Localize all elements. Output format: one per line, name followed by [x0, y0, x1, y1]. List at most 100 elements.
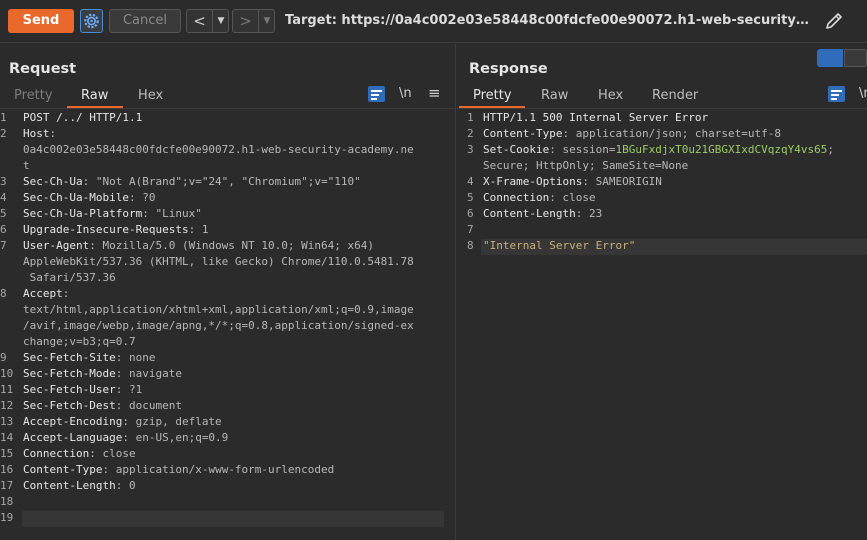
header-value: text/html,application/xhtml+xml,applicat… [23, 303, 414, 316]
back-nav-group: < ▼ [186, 9, 229, 33]
edit-target-button[interactable] [823, 10, 845, 32]
request-editor[interactable]: 1 POST /../ HTTP/1.1 2 Host: 0a4c002e03e5844… [0, 110, 452, 526]
request-panel: Request Pretty Raw Hex \n ≡ 1 POST /../ H… [0, 44, 456, 540]
line-number: 15 [0, 447, 14, 460]
header-name: Accept-Encoding [23, 415, 123, 428]
header-name: Upgrade-Insecure-Requests [23, 223, 189, 236]
line-number: 1 [0, 111, 7, 124]
line-number: 12 [0, 399, 14, 412]
header-value: : 1 [188, 223, 209, 236]
code-line: change;v=b3;q=0.7 [0, 334, 452, 350]
tab-raw[interactable]: Raw [541, 88, 568, 108]
forward-button[interactable]: > [233, 10, 259, 32]
line-number: 7 [0, 239, 7, 252]
line-content: Sec-Ch-Ua-Platform: "Linux" [23, 206, 202, 222]
line-content: Accept: [23, 286, 69, 302]
line-number: 19 [0, 511, 14, 524]
header-value: : 0 [115, 479, 136, 492]
header-name: Sec-Fetch-User [23, 383, 116, 396]
header-value: : navigate [115, 367, 182, 380]
header-value: : "Not A(Brand";v="24", "Chromium";v="11… [82, 175, 361, 188]
line-content: X-Frame-Options: SAMEORIGIN [483, 174, 662, 190]
header-value: 0a4c002e03e58448c00fdcfe00e90072.h1-web-… [23, 143, 414, 156]
response-editor[interactable]: 1 HTTP/1.1 500 Internal Server Error 2 Cont… [457, 110, 867, 254]
menu-icon[interactable]: ≡ [428, 84, 441, 102]
forward-nav-group: > ▼ [232, 9, 275, 33]
header-name: X-Frame-Options [483, 175, 583, 188]
tab-divider [0, 108, 456, 109]
header-value: Secure; HttpOnly; SameSite=None [483, 159, 689, 172]
header-value: : document [115, 399, 182, 412]
line-content: Set-Cookie: session=1BGuFxdjxT0u21GBGXIx… [483, 142, 834, 158]
line-content: Secure; HttpOnly; SameSite=None [483, 158, 688, 174]
header-name: Sec-Ch-Ua-Platform [23, 207, 143, 220]
line-number: 13 [0, 415, 14, 428]
header-value: Safari/537.36 [23, 271, 116, 284]
code-line: 15 Connection: close [0, 446, 452, 462]
line-content: AppleWebKit/537.36 (KHTML, like Gecko) C… [23, 254, 414, 270]
header-value: : SAMEORIGIN [582, 175, 662, 188]
code-line: 8 Accept: [0, 286, 452, 302]
target-url: Target: https://0a4c002e03e58448c00fdcfe… [285, 13, 810, 28]
tab-pretty[interactable]: Pretty [473, 88, 512, 108]
tab-hex[interactable]: Hex [598, 88, 623, 108]
tab-hex[interactable]: Hex [138, 88, 163, 108]
layout-toggle-icon[interactable] [817, 49, 867, 67]
tab-divider [457, 108, 867, 109]
code-line: 8 "Internal Server Error" [457, 238, 867, 254]
tab-pretty[interactable]: Pretty [14, 88, 53, 108]
word-wrap-button[interactable] [368, 86, 385, 102]
line-content: Safari/537.36 [23, 270, 116, 286]
code-line: 16 Content-Type: application/x-www-form-u… [0, 462, 452, 478]
tab-raw[interactable]: Raw [81, 88, 108, 108]
send-button[interactable]: Send [8, 9, 74, 33]
line-number: 17 [0, 479, 14, 492]
line-content: /avif,image/webp,image/apng,*/*;q=0.8,ap… [23, 318, 414, 334]
line-number: 7 [467, 223, 474, 236]
line-content: t [23, 158, 30, 174]
line-number: 5 [0, 207, 7, 220]
code-line: t [0, 158, 452, 174]
code-line: 12 Sec-Fetch-Dest: document [0, 398, 452, 414]
word-wrap-button[interactable] [828, 86, 845, 102]
response-tabs: Pretty Raw Hex Render [457, 88, 867, 108]
header-value-suffix: ; [827, 143, 835, 156]
cancel-button[interactable]: Cancel [109, 9, 181, 33]
header-name: Accept-Language [23, 431, 123, 444]
header-name: Connection [483, 191, 550, 204]
code-line: 3 Sec-Ch-Ua: "Not A(Brand";v="24", "Chrom… [0, 174, 452, 190]
line-content: Connection: close [483, 190, 596, 206]
code-line: text/html,application/xhtml+xml,applicat… [0, 302, 452, 318]
header-name: Sec-Ch-Ua-Mobile [23, 191, 129, 204]
tab-render[interactable]: Render [652, 88, 698, 108]
line-content: Connection: close [23, 446, 136, 462]
header-name: Connection [23, 447, 90, 460]
request-title: Request [9, 61, 77, 77]
show-newlines-button[interactable]: \n [399, 86, 412, 101]
header-value: : en-US,en;q=0.9 [122, 431, 229, 444]
header-name: Host [23, 127, 50, 140]
code-line: 14 Accept-Language: en-US,en;q=0.9 [0, 430, 452, 446]
header-name: POST /../ HTTP/1.1 [23, 111, 143, 124]
line-number: 10 [0, 367, 14, 380]
code-line: 6 Upgrade-Insecure-Requests: 1 [0, 222, 452, 238]
layout-side-by-side-button[interactable] [817, 49, 843, 67]
header-value: : ?0 [128, 191, 156, 204]
settings-button[interactable] [80, 9, 103, 33]
header-value: : application/x-www-form-urlencoded [102, 463, 335, 476]
response-panel: Response Pretty Raw Hex Render \n 1HTTP/… [457, 44, 867, 540]
back-history-dropdown[interactable]: ▼ [214, 10, 228, 32]
line-number: 2 [0, 127, 7, 140]
show-newlines-button[interactable]: \n [859, 86, 867, 101]
line-content: text/html,application/xhtml+xml,applicat… [23, 302, 414, 318]
line-content: 0a4c002e03e58448c00fdcfe00e90072.h1-web-… [23, 142, 414, 158]
code-line: 1 HTTP/1.1 500 Internal Server Error [457, 110, 867, 126]
header-value: : ?1 [115, 383, 143, 396]
layout-stacked-button[interactable] [844, 49, 867, 67]
forward-history-dropdown[interactable]: ▼ [260, 10, 274, 32]
back-button[interactable]: < [187, 10, 213, 32]
line-number: 18 [0, 495, 14, 508]
code-line: /avif,image/webp,image/apng,*/*;q=0.8,ap… [0, 318, 452, 334]
header-name: Sec-Ch-Ua [23, 175, 83, 188]
code-line: 4 Sec-Ch-Ua-Mobile: ?0 [0, 190, 452, 206]
